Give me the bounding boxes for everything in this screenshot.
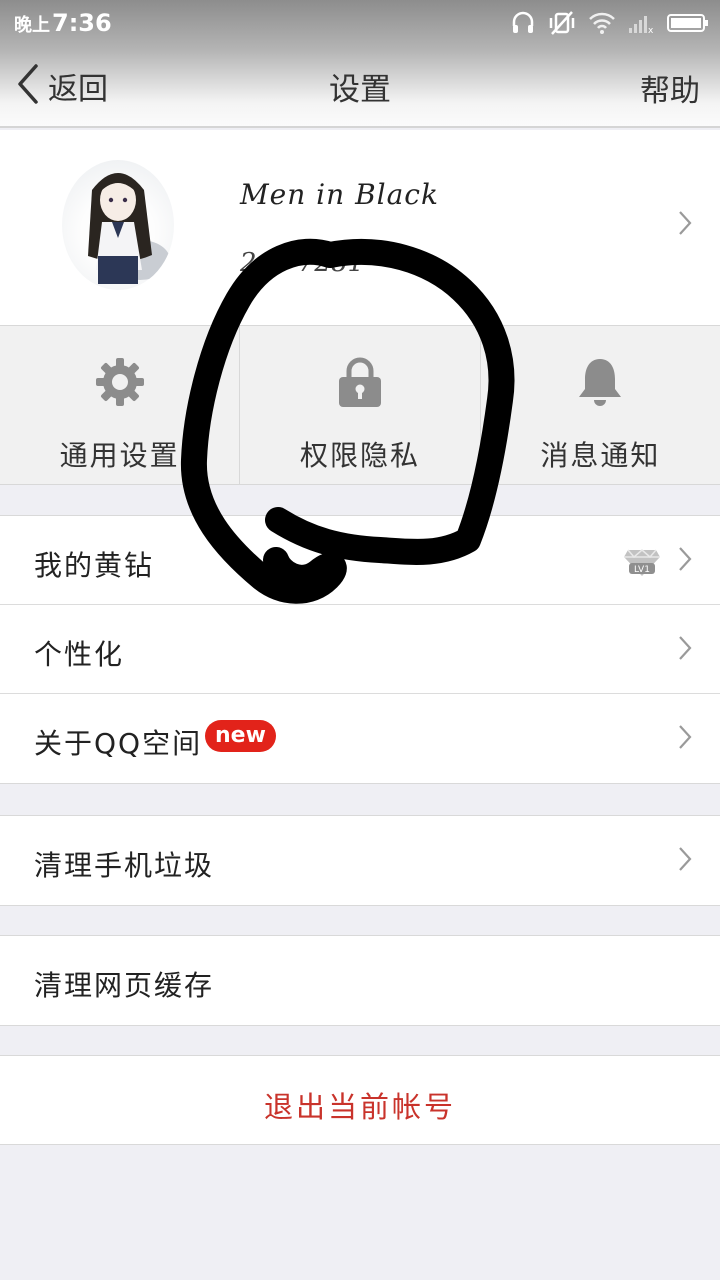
quick-settings: 通用设置 权限隐私 消息通知 [0, 325, 720, 485]
diamond-level-badge: LV1 [622, 546, 662, 582]
svg-text:x: x [648, 26, 654, 34]
general-settings-button[interactable]: 通用设置 [0, 326, 239, 484]
chevron-right-icon [678, 635, 692, 665]
personalization-row[interactable]: 个性化 [0, 605, 720, 694]
menu-group-account: 我的黄钻 LV1 个性化 关于QQ空间 new [0, 515, 720, 784]
profile-name: Men in Black [240, 178, 439, 211]
logout-button[interactable]: 退出当前帐号 [0, 1055, 720, 1145]
battery-icon [666, 12, 710, 34]
yellow-diamond-label: 我的黄钻 [34, 549, 155, 582]
page-title: 设置 [329, 72, 391, 108]
profile-card[interactable]: Men in Black 248 7281 [0, 130, 720, 325]
about-qzone-row[interactable]: 关于QQ空间 new [0, 694, 720, 783]
status-clock: 7:36 [52, 9, 112, 37]
menu-group-cache: 清理网页缓存 [0, 935, 720, 1026]
chevron-right-icon [678, 846, 692, 876]
clean-web-cache-row[interactable]: 清理网页缓存 [0, 936, 720, 1025]
status-icons: x [510, 10, 710, 36]
diamond-level-text: LV1 [634, 565, 650, 575]
notification-settings-label: 消息通知 [540, 439, 661, 472]
bell-icon [575, 356, 625, 408]
clean-phone-junk-row[interactable]: 清理手机垃圾 [0, 816, 720, 905]
menu-group-cleanup: 清理手机垃圾 [0, 815, 720, 906]
wifi-icon [588, 11, 616, 35]
chevron-right-icon [678, 724, 692, 754]
status-bar: 晚上7:36 x [0, 0, 720, 50]
chevron-right-icon [678, 546, 692, 576]
help-button[interactable]: 帮助 [640, 66, 700, 110]
about-qzone-label: 关于QQ空间 [34, 727, 203, 760]
yellow-diamond-row[interactable]: 我的黄钻 LV1 [0, 516, 720, 605]
new-badge: new [205, 720, 276, 752]
gear-icon [94, 356, 146, 408]
notification-settings-button[interactable]: 消息通知 [479, 326, 720, 484]
nav-bar: 返回 设置 帮助 [0, 50, 720, 128]
logout-label: 退出当前帐号 [263, 1090, 456, 1124]
personalization-label: 个性化 [34, 638, 125, 671]
signal-icon: x [628, 12, 654, 34]
chevron-right-icon [678, 210, 692, 240]
status-time: 晚上7:36 [14, 9, 112, 37]
profile-number: 248 7281 [240, 248, 365, 278]
clean-phone-junk-label: 清理手机垃圾 [34, 849, 215, 882]
general-settings-label: 通用设置 [59, 439, 180, 472]
clean-web-cache-label: 清理网页缓存 [34, 969, 215, 1002]
status-period: 晚上 [14, 15, 50, 36]
lock-icon [335, 356, 385, 408]
headset-icon [510, 10, 536, 36]
vibrate-mute-icon [548, 10, 576, 36]
privacy-settings-button[interactable]: 权限隐私 [239, 326, 479, 484]
privacy-settings-label: 权限隐私 [299, 439, 420, 472]
avatar [62, 160, 174, 290]
